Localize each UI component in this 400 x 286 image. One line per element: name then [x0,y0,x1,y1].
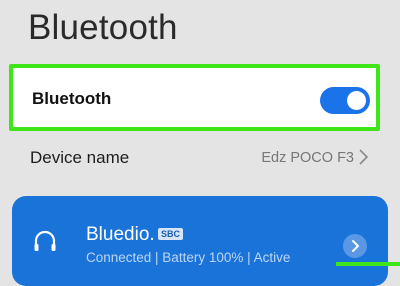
device-name: Bluedio. [86,224,155,245]
bluetooth-toggle-switch[interactable] [320,87,370,114]
connected-device-card[interactable]: Bluedio. SBC Connected | Battery 100% | … [12,196,388,286]
headphones-icon [34,230,56,251]
toggle-knob [347,91,366,110]
device-status-text: Connected | Battery 100% | Active [86,250,291,265]
page-title: Bluetooth [28,8,178,47]
chevron-right-icon [359,149,369,165]
bluetooth-toggle-label: Bluetooth [32,89,112,108]
device-name-label: Device name [30,148,130,167]
device-name-row[interactable]: Device name Edz POCO F3 [0,138,400,180]
codec-badge: SBC [158,228,184,240]
bluetooth-toggle-row[interactable]: Bluetooth [9,64,380,131]
chevron-right-icon [352,240,359,252]
device-name-value: Edz POCO F3 [261,150,354,166]
device-details-button[interactable] [343,234,367,258]
highlight-edge [336,262,400,266]
